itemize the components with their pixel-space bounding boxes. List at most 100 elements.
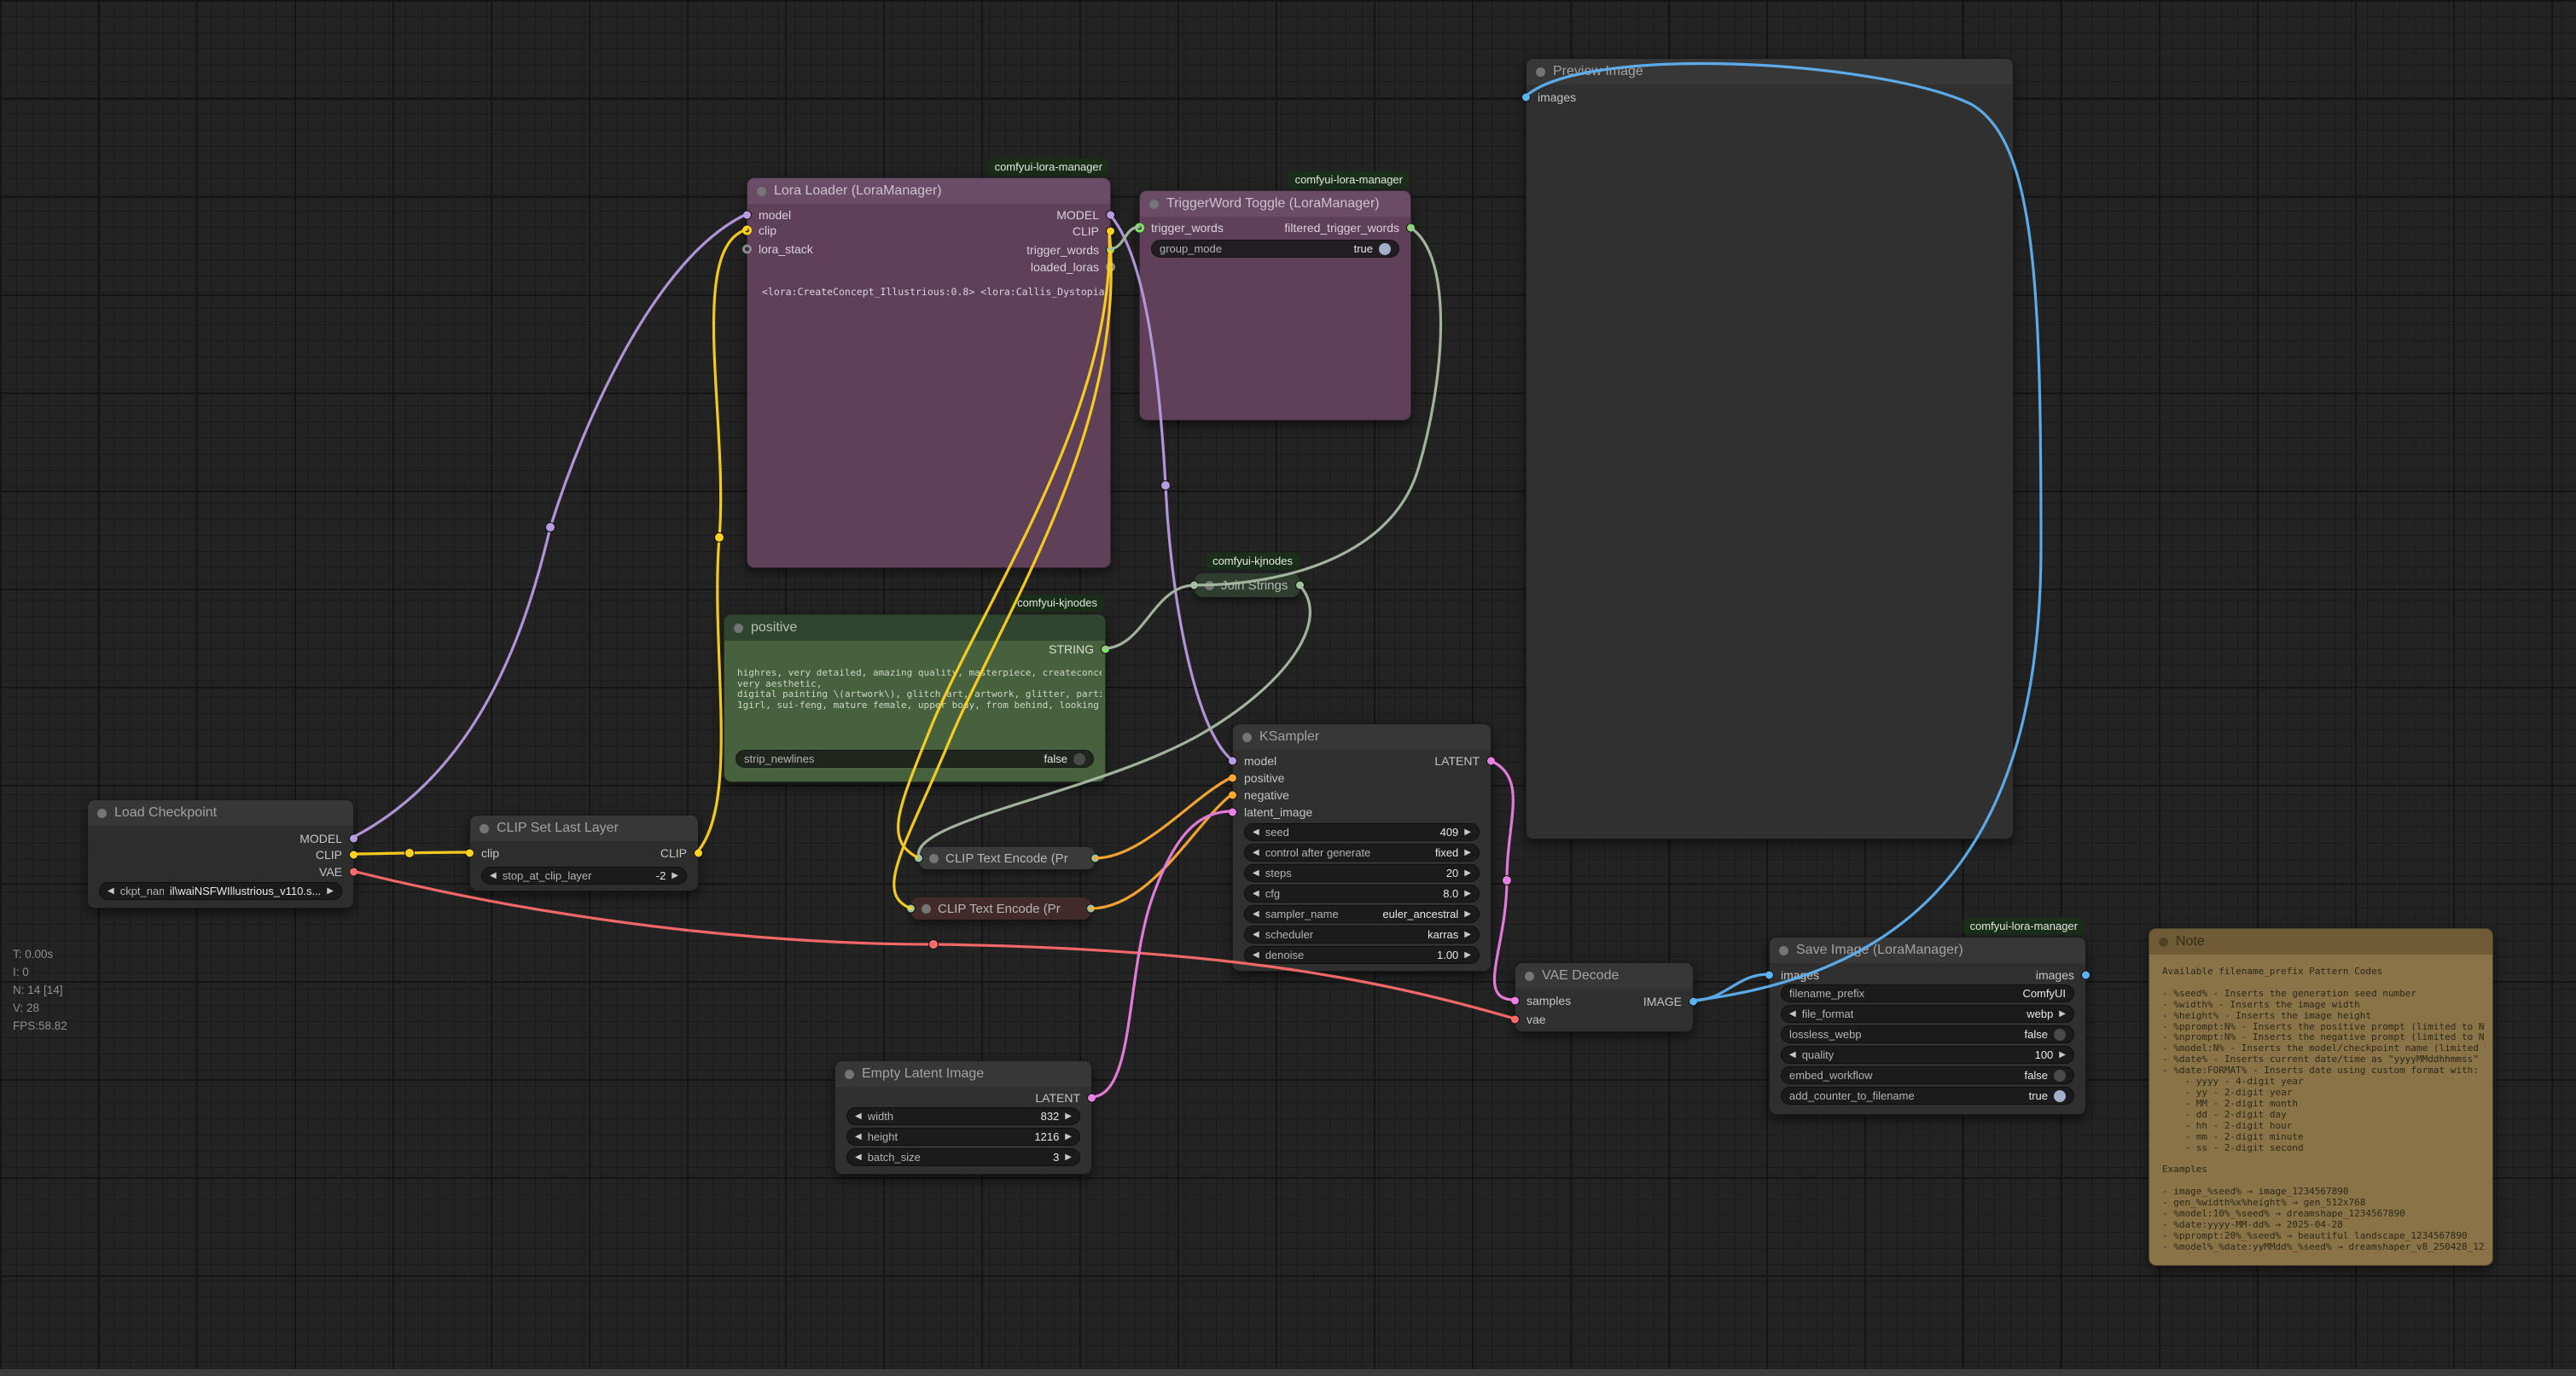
node-header[interactable]: Note (2149, 929, 2492, 955)
port-dot[interactable] (1106, 263, 1115, 272)
port-dot[interactable] (2081, 971, 2090, 980)
node-header[interactable]: TriggerWord Toggle (LoraManager) (1140, 191, 1410, 217)
node-header[interactable]: Preview Image (1526, 59, 2013, 84)
collapse-dot-icon[interactable] (1242, 733, 1252, 742)
arrow-right-icon[interactable]: ▶ (327, 886, 334, 896)
node-clip-text-encode-positive[interactable]: CLIP Text Encode (Pr (919, 847, 1095, 869)
port-dot[interactable] (1106, 211, 1115, 220)
node-header[interactable]: Empty Latent Image (835, 1061, 1091, 1087)
node-header[interactable]: KSampler (1233, 724, 1491, 750)
arrow-left-icon[interactable]: ◀ (1253, 868, 1259, 878)
node-empty-latent-image[interactable]: Empty Latent Image LATENT ◀ width 832 ▶ … (834, 1060, 1092, 1175)
arrow-right-icon[interactable]: ▶ (1464, 848, 1471, 857)
arrow-left-icon[interactable]: ◀ (1253, 950, 1259, 960)
widget-embed-workflow[interactable]: embed_workflow false (1781, 1066, 2074, 1084)
node-triggerword-toggle[interactable]: TriggerWord Toggle (LoraManager) trigger… (1139, 190, 1411, 421)
port-dot[interactable] (906, 904, 916, 914)
toggle-off-icon[interactable] (1073, 753, 1085, 765)
arrow-right-icon[interactable]: ▶ (1464, 950, 1471, 960)
arrow-left-icon[interactable]: ◀ (855, 1132, 862, 1141)
port-dot[interactable] (1228, 757, 1237, 766)
port-dot[interactable] (349, 868, 358, 877)
arrow-right-icon[interactable]: ▶ (1065, 1152, 1072, 1162)
arrow-left-icon[interactable]: ◀ (1253, 848, 1259, 857)
arrow-right-icon[interactable]: ▶ (1464, 930, 1471, 939)
node-header[interactable]: positive (724, 615, 1105, 641)
arrow-right-icon[interactable]: ▶ (2059, 1050, 2066, 1060)
widget-seed[interactable]: ◀ seed 409 ▶ (1244, 823, 1480, 841)
lora-syntax-text[interactable]: <lora:CreateConcept_Illustrious:0.8> <lo… (762, 286, 1107, 298)
port-dot[interactable] (694, 849, 703, 858)
port-dot[interactable] (1228, 791, 1237, 800)
node-ksampler[interactable]: KSampler model positive negative latent_… (1232, 723, 1492, 972)
arrow-left-icon[interactable]: ◀ (1253, 909, 1259, 919)
prompt-text[interactable]: highres, very detailed, amazing quality,… (737, 668, 1102, 711)
node-join-strings[interactable]: Join Strings (1195, 573, 1300, 597)
node-header[interactable]: Load Checkpoint (88, 800, 353, 826)
arrow-left-icon[interactable]: ◀ (1253, 827, 1259, 837)
collapse-dot-icon[interactable] (757, 187, 766, 196)
port-dot[interactable] (914, 854, 923, 863)
collapse-dot-icon[interactable] (1149, 200, 1159, 209)
node-vae-decode[interactable]: VAE Decode samples vae IMAGE (1515, 962, 1694, 1032)
port-dot[interactable] (1090, 854, 1100, 863)
node-preview-image[interactable]: Preview Image images (1526, 58, 2014, 839)
node-lora-loader[interactable]: Lora Loader (LoraManager) model clip lor… (747, 177, 1111, 568)
port-dot[interactable] (1087, 1094, 1096, 1103)
arrow-right-icon[interactable]: ▶ (1065, 1112, 1072, 1121)
toggle-on-icon[interactable] (2054, 1090, 2066, 1102)
toggle-off-icon[interactable] (2054, 1070, 2066, 1082)
arrow-right-icon[interactable]: ▶ (1464, 889, 1471, 898)
toggle-off-icon[interactable] (2054, 1029, 2066, 1041)
node-clip-text-encode-negative[interactable]: CLIP Text Encode (Pr (911, 897, 1090, 920)
arrow-right-icon[interactable]: ▶ (1464, 868, 1471, 878)
widget-width[interactable]: ◀ width 832 ▶ (846, 1107, 1080, 1125)
collapse-dot-icon[interactable] (929, 854, 939, 863)
node-header[interactable]: Save Image (LoraManager) (1770, 938, 2085, 963)
arrow-left-icon[interactable]: ◀ (490, 871, 497, 880)
collapse-dot-icon[interactable] (922, 904, 931, 914)
widget-sampler-name[interactable]: ◀ sampler_name euler_ancestral ▶ (1244, 905, 1480, 923)
collapse-dot-icon[interactable] (734, 624, 743, 633)
arrow-left-icon[interactable]: ◀ (855, 1152, 862, 1162)
widget-add-counter-to-filename[interactable]: add_counter_to_filename true (1781, 1087, 2074, 1105)
node-save-image[interactable]: Save Image (LoraManager) images images f… (1769, 937, 2086, 1115)
arrow-right-icon[interactable]: ▶ (672, 871, 678, 880)
node-note[interactable]: Note Available filename_prefix Pattern C… (2149, 928, 2493, 1266)
widget-lossless-webp[interactable]: lossless_webp false (1781, 1025, 2074, 1043)
node-header[interactable]: CLIP Set Last Layer (470, 816, 698, 841)
collapse-dot-icon[interactable] (2159, 938, 2168, 947)
widget-scheduler[interactable]: ◀ scheduler karras ▶ (1244, 926, 1480, 943)
port-dot[interactable] (1228, 774, 1237, 783)
port-dot[interactable] (1228, 808, 1237, 817)
port-dot[interactable] (1086, 904, 1096, 914)
arrow-right-icon[interactable]: ▶ (1464, 827, 1471, 837)
toggle-on-icon[interactable] (1379, 243, 1391, 255)
port-dot[interactable] (1765, 971, 1774, 980)
collapse-dot-icon[interactable] (1205, 581, 1214, 590)
arrow-right-icon[interactable]: ▶ (1065, 1132, 1072, 1141)
port-dot[interactable] (742, 245, 752, 254)
widget-filename-prefix[interactable]: filename_prefix ComfyUI (1781, 984, 2074, 1002)
widget-steps[interactable]: ◀ steps 20 ▶ (1244, 864, 1480, 882)
arrow-left-icon[interactable]: ◀ (1789, 1009, 1796, 1019)
widget-height[interactable]: ◀ height 1216 ▶ (846, 1128, 1080, 1146)
widget-cfg[interactable]: ◀ cfg 8.0 ▶ (1244, 885, 1480, 903)
collapse-dot-icon[interactable] (1779, 946, 1788, 955)
port-dot[interactable] (742, 211, 752, 220)
port-dot[interactable] (1510, 1015, 1520, 1025)
port-dot[interactable] (1101, 645, 1110, 654)
port-dot[interactable] (742, 226, 752, 235)
node-graph-canvas[interactable]: T: 0.00s I: 0 N: 14 [14] V: 28 FPS:58.82… (0, 0, 2576, 1376)
arrow-left-icon[interactable]: ◀ (1253, 889, 1259, 898)
collapse-dot-icon[interactable] (1525, 972, 1534, 981)
port-dot[interactable] (1106, 246, 1115, 255)
port-dot[interactable] (1106, 227, 1115, 236)
widget-group-mode[interactable]: group_mode true (1151, 240, 1399, 258)
arrow-left-icon[interactable]: ◀ (855, 1112, 862, 1121)
port-dot[interactable] (1689, 997, 1698, 1007)
widget-file-format[interactable]: ◀ file_format webp ▶ (1781, 1005, 2074, 1023)
port-dot[interactable] (1406, 224, 1416, 233)
port-dot[interactable] (465, 849, 474, 858)
node-load-checkpoint[interactable]: Load Checkpoint MODEL CLIP VAE ◀ ckpt_na… (87, 799, 354, 909)
